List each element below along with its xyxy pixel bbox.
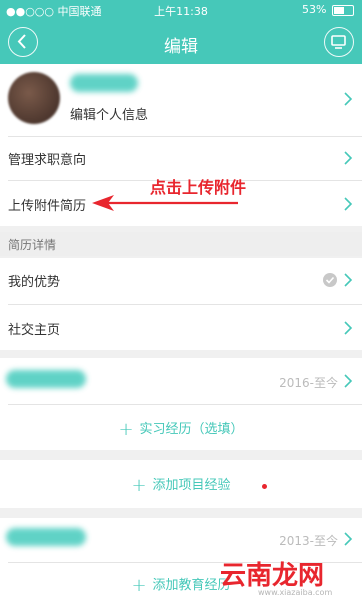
- upload-resume-label: 上传附件简历: [8, 199, 87, 214]
- chevron-right-icon: [344, 374, 353, 388]
- blurred-education-title: [6, 528, 86, 546]
- job-intent-label: 管理求职意向: [8, 153, 87, 168]
- battery-icon: [332, 4, 354, 16]
- project-section: + 添加项目经验: [0, 460, 362, 508]
- edit-profile-label[interactable]: 编辑个人信息: [70, 104, 148, 123]
- plus-icon: +: [118, 419, 134, 440]
- battery-percent: 53%: [302, 3, 327, 16]
- preview-button[interactable]: [324, 27, 354, 57]
- monitor-icon: [331, 35, 346, 49]
- watermark-url: www.xiazaiba.com: [258, 588, 333, 597]
- plus-icon: +: [131, 475, 147, 496]
- details-header-label: 简历详情: [8, 238, 57, 252]
- add-project-button[interactable]: + 添加项目经验: [0, 474, 362, 496]
- add-project-label: 添加项目经验: [152, 478, 231, 493]
- add-education-label: 添加教育经历: [152, 578, 231, 593]
- chevron-right-icon: [344, 92, 353, 106]
- chevron-right-icon: [344, 273, 353, 287]
- chevron-right-icon: [344, 321, 353, 335]
- watermark-text: 云南龙网: [220, 561, 325, 591]
- avatar[interactable]: [8, 72, 60, 124]
- nav-bar: 编辑: [0, 20, 362, 64]
- internship-date: 2016-至今: [279, 376, 338, 390]
- red-dot: [262, 484, 267, 489]
- add-internship-button[interactable]: + 实习经历（选填）: [0, 418, 362, 440]
- add-internship-label: 实习经历（选填）: [139, 422, 244, 437]
- details-section-header: 简历详情: [0, 232, 362, 256]
- social-label: 社交主页: [8, 323, 61, 338]
- chevron-right-icon: [344, 532, 353, 546]
- internship-section: 2016-至今 + 实习经历（选填）: [0, 358, 362, 450]
- blurred-internship-title: [6, 370, 86, 388]
- advantage-row[interactable]: 我的优势: [0, 258, 362, 302]
- advantage-label: 我的优势: [8, 275, 61, 290]
- chevron-right-icon: [344, 197, 353, 211]
- chevron-right-icon: [344, 151, 353, 165]
- details-section: 我的优势 社交主页: [0, 258, 362, 350]
- divider: [8, 304, 362, 305]
- page-title: 编辑: [164, 37, 198, 57]
- status-bar: ●●○○○ 中国联通 上午11:38 53%: [0, 0, 362, 20]
- social-row[interactable]: 社交主页: [0, 306, 362, 350]
- blurred-username: [70, 74, 138, 92]
- education-date: 2013-至今: [279, 534, 338, 548]
- status-right: 53%: [302, 3, 354, 16]
- divider: [8, 404, 362, 405]
- check-circle-icon: [323, 273, 337, 287]
- plus-icon: +: [131, 575, 147, 596]
- red-arrow: [92, 195, 238, 211]
